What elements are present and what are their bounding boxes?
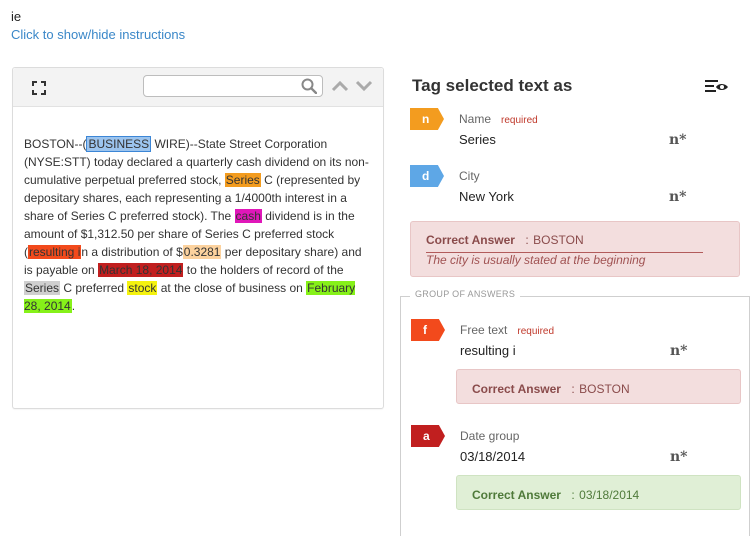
tag-badge-d[interactable]: d [410,165,444,187]
search-input[interactable] [150,77,304,97]
answer-separator: : [571,488,575,502]
document-panel: BOSTON--(BUSINESS WIRE)--State Street Co… [12,67,384,409]
tag-item-name[interactable]: n Name required Series n* [410,108,740,158]
tag-value: Series [459,132,496,147]
document-text-segment: to the holders of record of the [183,263,344,277]
answer-separator: : [525,233,529,247]
chevron-down-icon[interactable] [355,78,373,94]
tag-label: Free text required [460,323,554,337]
tag-label: Name required [459,112,538,126]
document-text-segment: n a distribution of $ [81,245,183,259]
cardinality-marker: n* [669,189,687,205]
answer-label: Correct Answer [472,382,561,396]
tag-label: City [459,169,480,183]
group-legend: GROUP OF ANSWERS [410,289,521,299]
chevron-up-icon[interactable] [331,78,349,94]
tag-value: resulting i [460,343,516,358]
tag-item-date-group[interactable]: a Date group 03/18/2014 n* [411,425,741,475]
highlight-resulting[interactable]: resulting i [28,245,82,259]
highlight-series2[interactable]: Series [24,281,61,295]
tag-item-city[interactable]: d City New York n* [410,165,740,215]
tag-value: New York [459,189,514,204]
toggle-instructions-link[interactable]: Click to show/hide instructions [11,27,185,42]
answer-row: Correct Answer : BOSTON [426,231,703,253]
answer-value: BOSTON [533,233,584,247]
search-box [143,75,323,97]
answer-value: BOSTON [579,382,630,396]
cardinality-marker: n* [670,449,688,465]
document-text[interactable]: BOSTON--(BUSINESS WIRE)--State Street Co… [13,107,383,315]
tag-badge-a[interactable]: a [411,425,445,447]
required-badge: required [517,326,555,337]
document-text-segment: C preferred [60,281,128,295]
city-answer-box: Correct Answer : BOSTON The city is usua… [410,221,740,277]
answer-label: Correct Answer [472,488,561,502]
answer-hint: The city is usually stated at the beginn… [426,253,646,267]
tag-item-free-text[interactable]: f Free text required resulting i n* [411,319,741,369]
tag-label: Date group [460,429,519,443]
tag-value: 03/18/2014 [460,449,526,464]
answer-separator: : [571,382,575,396]
answer-row: Correct Answer : BOSTON [472,380,630,398]
tag-panel-title: Tag selected text as [412,76,573,95]
document-text-segment: BOSTON--( [24,137,87,151]
date-answer-box: Correct Answer : 03/18/2014 [456,475,741,510]
list-eye-icon[interactable] [705,79,729,93]
tag-label-text: Free text [460,323,508,337]
document-text-segment: at the close of business on [157,281,307,295]
cardinality-marker: n* [670,343,688,359]
tag-label-text: City [459,169,480,183]
cardinality-marker: n* [669,132,687,148]
answer-row: Correct Answer : 03/18/2014 [472,486,639,504]
tag-badge-n[interactable]: n [410,108,444,130]
highlight-date[interactable]: March 18, 2014 [98,263,184,277]
page-title: ie [11,9,22,24]
tag-label-text: Name [459,112,492,126]
highlight-cash[interactable]: cash [234,209,262,223]
highlight-amount[interactable]: 0.3281 [182,245,222,259]
answer-label: Correct Answer [426,233,515,247]
tag-label-text: Date group [460,429,520,443]
search-icon[interactable] [301,78,318,95]
highlight-business[interactable]: BUSINESS [86,136,152,152]
required-badge: required [501,115,538,126]
document-toolbar [13,68,383,107]
document-text-segment: . [71,299,76,313]
highlight-stock[interactable]: stock [127,281,158,295]
answer-value: 03/18/2014 [579,488,640,502]
expand-icon[interactable] [32,81,46,95]
free-text-answer-box: Correct Answer : BOSTON [456,369,741,404]
highlight-series[interactable]: Series [224,173,261,187]
tag-badge-f[interactable]: f [411,319,445,341]
